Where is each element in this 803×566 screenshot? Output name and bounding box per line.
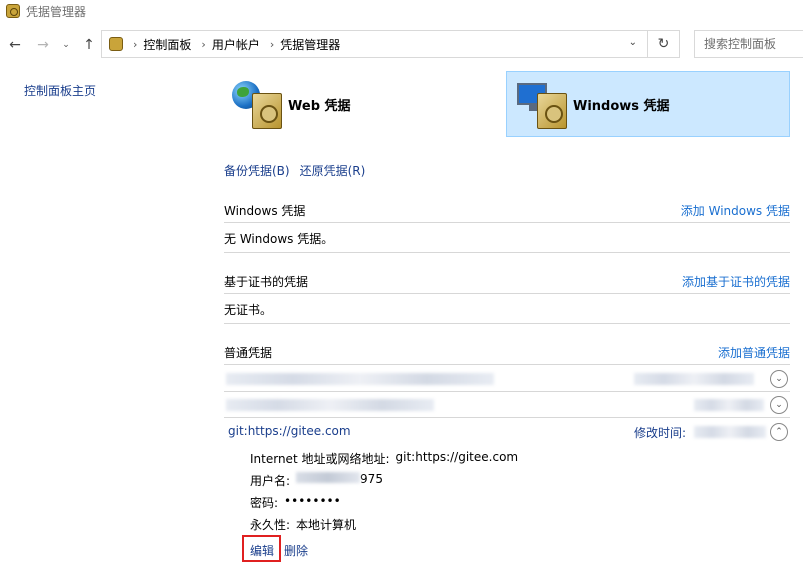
redacted-text	[296, 472, 361, 483]
credential-name: git:https://gitee.com	[228, 424, 351, 438]
delete-credential-link[interactable]: 删除	[284, 542, 308, 559]
detail-label: 永久性:	[250, 518, 291, 532]
generic-credentials-section-header: 普通凭据 添加普通凭据	[224, 341, 790, 365]
control-panel-home-link[interactable]: 控制面板主页	[24, 82, 96, 99]
breadcrumb-control-panel[interactable]: 控制面板	[143, 36, 191, 53]
web-credentials-icon	[230, 77, 284, 131]
redacted-text	[694, 399, 764, 411]
recent-locations-chevron-icon[interactable]: ⌄	[58, 35, 74, 55]
internet-address-detail: Internet 地址或网络地址: git:https://gitee.com	[250, 450, 518, 467]
back-arrow-icon[interactable]: ←	[5, 35, 25, 55]
modified-time-label: 修改时间:	[634, 426, 687, 440]
breadcrumb-user-accounts[interactable]: 用户帐户	[212, 36, 260, 53]
credential-manager-icon	[109, 37, 123, 51]
certificate-credentials-empty-text: 无证书。	[224, 296, 790, 324]
search-input[interactable]	[694, 30, 803, 58]
windows-credentials-tile[interactable]: Windows 凭据	[506, 71, 790, 137]
breadcrumb-separator-icon: ›	[133, 37, 138, 51]
windows-credentials-icon	[515, 77, 569, 131]
windows-credentials-empty-text: 无 Windows 凭据。	[224, 225, 790, 253]
detail-label: 密码:	[250, 496, 279, 510]
backup-restore-links: 备份凭据(B) 还原凭据(R)	[224, 162, 365, 179]
web-credentials-tile[interactable]: Web 凭据	[222, 71, 502, 137]
web-credentials-label: Web 凭据	[288, 98, 351, 114]
windows-credentials-label: Windows 凭据	[573, 98, 670, 114]
address-dropdown-chevron-icon[interactable]: ⌄	[629, 37, 637, 48]
section-title: 基于证书的凭据	[224, 275, 309, 289]
credential-row-gitee[interactable]: git:https://gitee.com 修改时间: ⌃	[224, 419, 790, 443]
redacted-text	[226, 373, 494, 385]
restore-credentials-link[interactable]: 还原凭据(R)	[300, 162, 366, 179]
up-arrow-icon[interactable]: ↑	[79, 35, 99, 55]
address-bar[interactable]: › 控制面板 › 用户帐户 › 凭据管理器 ⌄	[101, 30, 648, 58]
refresh-icon[interactable]: ↻	[648, 30, 680, 58]
section-title: Windows 凭据	[224, 204, 306, 218]
detail-value: 本地计算机	[296, 518, 357, 532]
detail-value: ••••••••	[284, 494, 341, 508]
backup-credentials-link[interactable]: 备份凭据(B)	[224, 162, 290, 179]
credential-manager-icon	[6, 4, 20, 18]
window-title: 凭据管理器	[26, 4, 87, 19]
breadcrumb-separator-icon: ›	[269, 37, 275, 51]
title-bar: 凭据管理器	[0, 0, 803, 22]
detail-label: Internet 地址或网络地址:	[250, 452, 390, 466]
detail-value: git:https://gitee.com	[395, 450, 519, 464]
windows-credentials-section-header: Windows 凭据 添加 Windows 凭据	[224, 199, 790, 223]
expand-chevron-icon[interactable]: ⌄	[770, 396, 788, 414]
add-windows-credential-link[interactable]: 添加 Windows 凭据	[681, 202, 790, 219]
add-certificate-credential-link[interactable]: 添加基于证书的凭据	[682, 273, 790, 290]
credential-row-redacted[interactable]: ⌄	[224, 392, 790, 418]
add-generic-credential-link[interactable]: 添加普通凭据	[718, 344, 790, 361]
persistence-detail: 永久性: 本地计算机	[250, 516, 356, 533]
breadcrumb-separator-icon: ›	[201, 37, 206, 51]
credential-row-redacted[interactable]: ⌄	[224, 366, 790, 392]
navigation-bar: ← → ⌄ ↑ › 控制面板 › 用户帐户 › 凭据管理器 ⌄ ↻	[0, 29, 803, 61]
password-detail: 密码: ••••••••	[250, 494, 341, 511]
detail-value: 975	[360, 472, 383, 486]
forward-arrow-icon[interactable]: →	[33, 35, 53, 55]
section-title: 普通凭据	[224, 346, 273, 360]
certificate-credentials-section-header: 基于证书的凭据 添加基于证书的凭据	[224, 270, 790, 294]
redacted-text	[226, 399, 434, 411]
redacted-text	[694, 426, 766, 438]
highlight-box	[242, 535, 281, 562]
username-detail: 用户名: 975	[250, 472, 383, 489]
detail-label: 用户名:	[250, 474, 291, 488]
collapse-chevron-icon[interactable]: ⌃	[770, 423, 788, 441]
redacted-text	[634, 373, 754, 385]
breadcrumb-credential-manager[interactable]: 凭据管理器	[280, 36, 340, 53]
expand-chevron-icon[interactable]: ⌄	[770, 370, 788, 388]
